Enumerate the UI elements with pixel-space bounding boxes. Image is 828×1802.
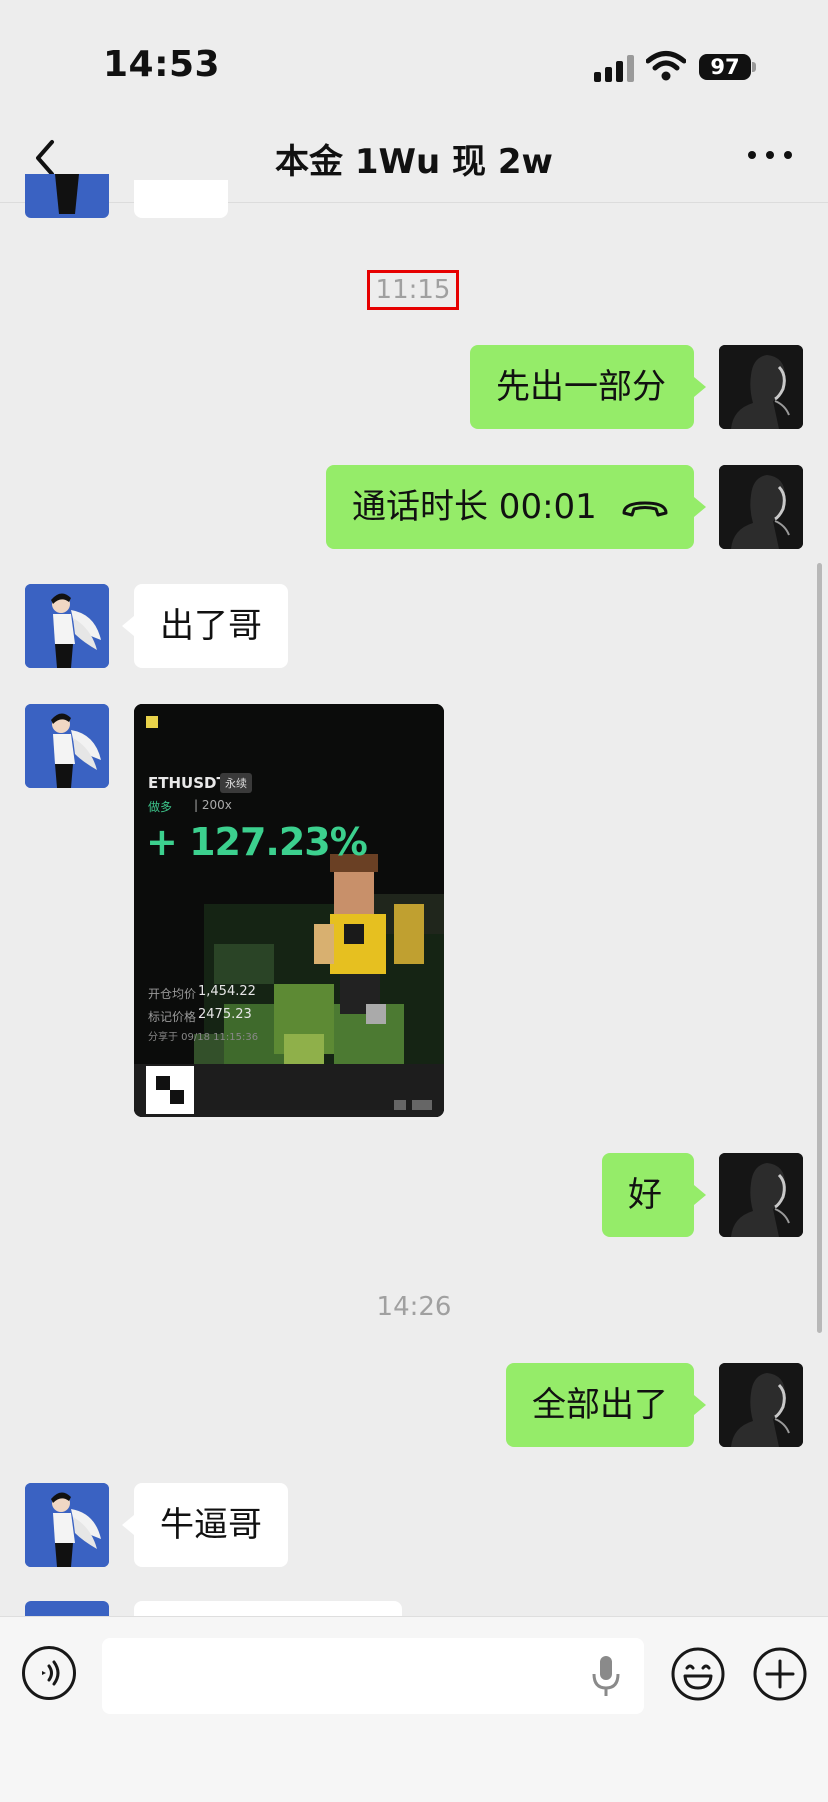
call-duration-text: 通话时长 00:01 — [352, 487, 597, 527]
self-avatar[interactable] — [719, 345, 803, 429]
contact-avatar[interactable] — [25, 174, 109, 218]
chevron-left-icon[interactable] — [30, 138, 60, 178]
scrollbar[interactable] — [817, 563, 822, 1333]
battery-tip — [752, 62, 756, 72]
message-bubble-self[interactable]: 好 — [602, 1153, 694, 1237]
voice-input-icon[interactable] — [22, 1646, 76, 1700]
bubble-tail — [122, 1515, 134, 1535]
self-avatar[interactable] — [719, 465, 803, 549]
bubble-tail — [694, 1395, 706, 1415]
cellular-signal-icon — [594, 54, 636, 82]
message-bubble-partial[interactable] — [134, 1601, 402, 1616]
bubble-tail — [694, 377, 706, 397]
image-message-card[interactable]: ETHUSDT 永续 做多 | 200x + 127.23% 开仓均价 1,45… — [134, 704, 444, 1117]
contact-avatar[interactable] — [25, 1601, 109, 1616]
timestamp-label: 14:26 — [376, 1292, 452, 1322]
message-bubble-other[interactable]: 出了哥 — [134, 584, 288, 668]
message-bubble-self[interactable]: 先出一部分 — [470, 345, 694, 429]
contact-avatar[interactable] — [25, 1483, 109, 1567]
message-bubble-self[interactable]: 全部出了 — [506, 1363, 694, 1447]
card-pair: ETHUSDT — [148, 774, 227, 792]
card-mark-value: 2475.23 — [198, 1007, 252, 1022]
bubble-tail — [122, 616, 134, 636]
card-leverage: | 200x — [194, 798, 232, 812]
message-input[interactable] — [102, 1638, 644, 1714]
self-avatar[interactable] — [719, 1363, 803, 1447]
card-side: 做多 — [148, 800, 173, 814]
plus-icon[interactable] — [752, 1646, 808, 1702]
wifi-icon — [646, 51, 686, 81]
card-mark-label: 标记价格 — [148, 1010, 197, 1024]
chat-title: 本金 1Wu 现 2w — [275, 142, 553, 182]
message-bubble-partial[interactable] — [134, 180, 228, 218]
message-bubble-other[interactable]: 牛逼哥 — [134, 1483, 288, 1567]
card-tag: 永续 — [220, 773, 252, 793]
card-pnl: + 127.23% — [146, 820, 368, 864]
bubble-tail — [694, 1185, 706, 1205]
timestamp-label: 11:15 — [367, 270, 459, 310]
card-open-value: 1,454.22 — [198, 984, 256, 999]
status-time: 14:53 — [103, 44, 221, 85]
battery-indicator: 97 — [699, 54, 751, 80]
self-avatar[interactable] — [719, 1153, 803, 1237]
phone-hangup-icon — [622, 501, 668, 517]
bubble-tail — [694, 497, 706, 517]
card-open-label: 开仓均价 — [148, 987, 197, 1001]
emoji-icon[interactable] — [670, 1646, 726, 1702]
microphone-icon[interactable] — [590, 1654, 622, 1698]
contact-avatar[interactable] — [25, 584, 109, 668]
contact-avatar[interactable] — [25, 704, 109, 788]
pixelated-background — [134, 704, 444, 1117]
card-share-time: 分享于 09/18 11:15:36 — [148, 1032, 259, 1043]
more-dots-icon[interactable] — [748, 148, 792, 162]
